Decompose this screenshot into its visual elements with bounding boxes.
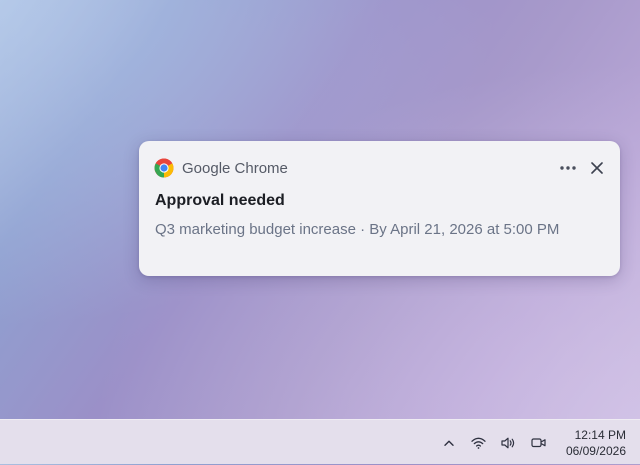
chevron-up-icon[interactable] [440, 434, 458, 452]
clock-date: 06/09/2026 [565, 443, 626, 458]
notification-header: Google Chrome [154, 157, 605, 179]
clock-time: 12:14 PM [574, 427, 626, 442]
close-button[interactable] [589, 160, 605, 176]
notification-app-name: Google Chrome [182, 159, 288, 177]
volume-icon[interactable] [500, 434, 518, 452]
camera-icon[interactable] [530, 434, 548, 452]
more-options-button[interactable] [559, 159, 577, 177]
notification-body: Q3 marketing budget increase · By April … [155, 221, 560, 238]
notification-toast[interactable]: Google Chrome Approval needed Q3 marketi… [139, 141, 620, 276]
more-horizontal-icon [560, 166, 576, 170]
chrome-icon [154, 158, 174, 178]
taskbar: 12:14 PM 06/09/2026 [0, 419, 640, 464]
system-tray: 12:14 PM 06/09/2026 [440, 420, 626, 465]
notification-actions [559, 159, 605, 177]
close-icon [591, 162, 603, 174]
wifi-icon[interactable] [470, 434, 488, 452]
notification-title: Approval needed [155, 192, 285, 209]
clock[interactable]: 12:14 PM 06/09/2026 [566, 427, 626, 459]
